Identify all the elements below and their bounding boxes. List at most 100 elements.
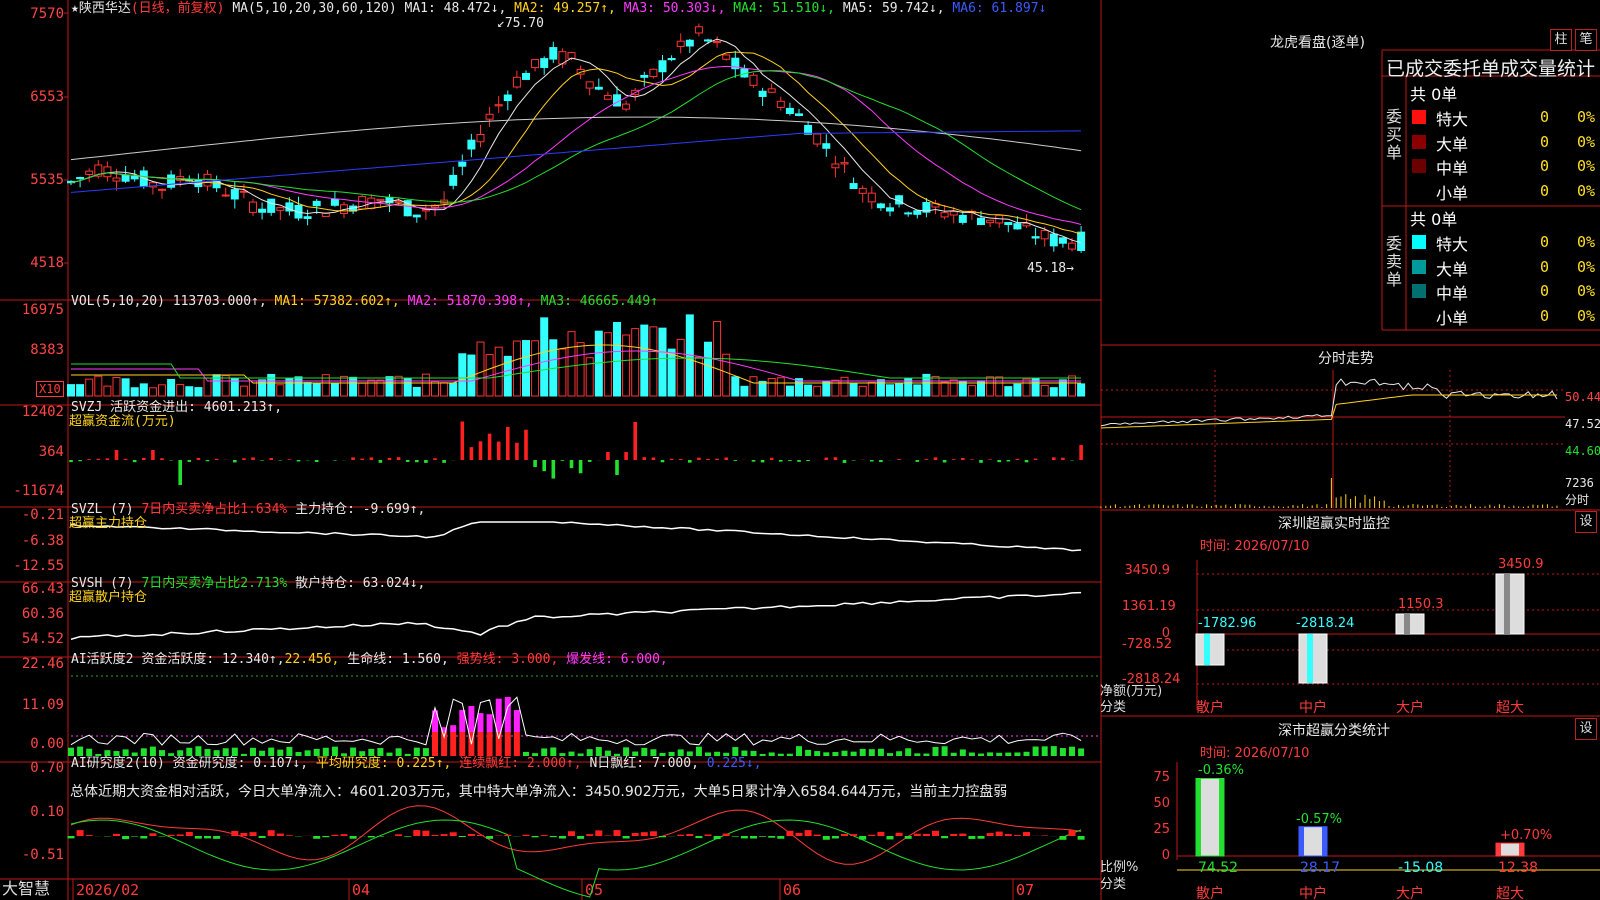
research-bar — [194, 836, 202, 839]
fund-flow-bar — [578, 460, 583, 474]
candle-body — [1077, 231, 1086, 251]
activity-bar — [850, 751, 857, 756]
sz-monitor-settings-button[interactable]: 设 — [1575, 511, 1597, 533]
activity-peak — [495, 698, 502, 732]
volume-bar — [740, 385, 749, 397]
y-axis-label: 364 — [38, 444, 64, 460]
class-bar-accent — [1496, 843, 1501, 856]
activity-bar — [1059, 748, 1066, 756]
research-bar — [85, 835, 93, 836]
brand-logo: 大智慧 — [2, 879, 51, 898]
research-bar — [67, 836, 75, 839]
sz-class-xlabel: 分类 — [1100, 877, 1127, 892]
fund-flow-bar — [587, 460, 592, 462]
research-bar — [549, 836, 557, 838]
intraday-axis-2: 47.52 — [1565, 417, 1600, 431]
fund-flow-bar — [779, 460, 783, 462]
fund-flow-bar — [1052, 457, 1056, 460]
candle-body — [694, 26, 703, 34]
candle-body — [1013, 223, 1022, 230]
volume-bar — [622, 334, 631, 397]
activity-bar — [941, 746, 948, 756]
monitor-bar-shade — [1307, 634, 1313, 684]
fund-flow-bar — [879, 460, 883, 463]
research-bar — [977, 836, 985, 839]
fund-flow-bar — [651, 457, 656, 460]
research-bar — [877, 831, 885, 836]
activity-bar — [595, 747, 602, 756]
candle-body — [594, 86, 603, 90]
kline-legend: ★陕西华达(日线，前复权) MA(5,10,20,30,60,120) MA1:… — [71, 1, 1046, 16]
activity-bar — [77, 746, 84, 756]
fund-flow-bar — [214, 458, 219, 460]
class-bar-accent — [1299, 826, 1304, 856]
volume-bar — [431, 380, 439, 397]
research-bar — [841, 833, 848, 836]
vol-1: 113703.000↑, — [172, 294, 267, 309]
activity-bar — [231, 747, 238, 756]
lhb-tabs[interactable]: 已成交委托单成交量统计 — [1386, 54, 1595, 81]
ma-4: MA4: 51.510↓, — [733, 1, 836, 16]
candle-body — [722, 54, 731, 60]
sell-level-pct: 0% — [1577, 233, 1596, 251]
fund-flow-bar — [642, 457, 647, 460]
sz-class-change: -0.57% — [1296, 812, 1342, 827]
bar-mode-button[interactable]: 柱 — [1550, 29, 1572, 51]
fund-flow-bar — [251, 457, 255, 460]
date-label: 06 — [783, 881, 801, 899]
volume-bar — [867, 381, 876, 397]
research-bar — [968, 836, 976, 839]
fund-flow-bar — [1079, 445, 1083, 460]
research-bar — [540, 835, 548, 836]
candle-body — [640, 74, 649, 78]
research-bar — [795, 832, 803, 836]
research-bar — [467, 834, 475, 836]
monitor-bar-shade — [1204, 634, 1210, 665]
activity-bar — [313, 748, 320, 756]
fund-flow-bar — [624, 452, 628, 460]
sz-class-settings-button[interactable]: 设 — [1575, 718, 1597, 740]
research-bar — [850, 834, 858, 836]
candle-body — [785, 107, 794, 114]
research-bar — [204, 836, 211, 839]
volume-bar — [731, 376, 740, 397]
activity-bar — [732, 747, 739, 756]
fund-flow-bar — [706, 458, 710, 460]
stock-name[interactable]: 陕西华达 — [79, 1, 131, 16]
tick-mode-button[interactable]: 笔 — [1575, 29, 1597, 51]
volume-bar — [139, 383, 148, 397]
fund-flow-bar — [242, 458, 246, 460]
sell-level-count: 0 — [1540, 282, 1550, 300]
volume-bar — [76, 384, 85, 397]
candle-body — [1049, 233, 1058, 247]
candle-body — [713, 41, 722, 44]
volume-bar — [558, 348, 567, 397]
activity-bar — [677, 749, 684, 756]
sz-monitor-category: 散户 — [1196, 700, 1224, 716]
sell-total: 共 0单 — [1410, 210, 1458, 229]
activity-bar — [350, 747, 357, 756]
main-holding-line — [70, 521, 1082, 552]
volume-bar — [1004, 386, 1013, 397]
buy-level-swatch — [1412, 110, 1426, 124]
intraday-axis-1: 50.44 — [1565, 390, 1600, 404]
activity-line — [70, 696, 1082, 746]
volume-bar — [986, 376, 995, 397]
fund-flow-bar — [1061, 457, 1065, 460]
research-bar — [185, 831, 193, 836]
volume-bar — [603, 332, 612, 397]
fund-flow-bar — [797, 460, 801, 462]
fund-flow-bar — [924, 459, 929, 460]
date-label: 04 — [352, 881, 370, 899]
sz-monitor-axis-label: 3450.9 — [1124, 563, 1171, 578]
favorite-star-icon[interactable]: ★ — [71, 1, 79, 16]
svzj-sub: 超赢资金流(万元) — [69, 414, 176, 429]
fund-flow-bar — [333, 460, 337, 461]
kline-mode[interactable]: (日线，前复权) — [131, 1, 225, 16]
volume-bar — [958, 381, 967, 397]
research-bar — [932, 830, 939, 836]
research-bar — [1004, 834, 1012, 836]
ma-5: MA5: 59.742↓, — [842, 1, 945, 16]
activity-bar — [832, 752, 839, 756]
candle-body — [230, 189, 239, 200]
